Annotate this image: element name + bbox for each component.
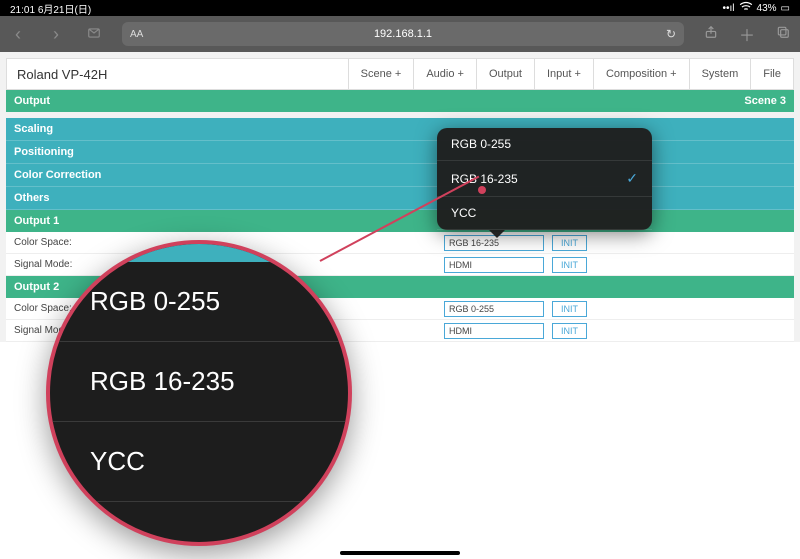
signal-icon: ••ıl <box>723 3 735 14</box>
check-icon: ✓ <box>626 170 638 187</box>
tab-output[interactable]: Output <box>476 59 534 89</box>
mag-item: YCC <box>50 422 348 502</box>
output1-header[interactable]: Output 1 <box>6 210 794 232</box>
browser-toolbar: ‹ › AA 192.168.1.1 ↻ ＋ <box>0 16 800 52</box>
battery-icon: ▭ <box>781 3 790 14</box>
mag-item: RGB 0-255 <box>50 262 348 342</box>
mag-item: RGB 16-235 <box>50 342 348 422</box>
output2-signalmode-select[interactable]: HDMI <box>444 323 544 339</box>
output1-signalmode-select[interactable]: HDMI <box>444 257 544 273</box>
popover-option-ycc[interactable]: YCC <box>437 197 652 230</box>
new-tab-button[interactable]: ＋ <box>738 22 756 46</box>
init-button[interactable]: INIT <box>552 235 587 251</box>
cat-color-correction[interactable]: Color Correction <box>6 164 794 187</box>
tabs-button[interactable] <box>774 25 792 44</box>
tab-system[interactable]: System <box>689 59 751 89</box>
app-title: Roland VP-42H <box>7 67 348 82</box>
url-text: 192.168.1.1 <box>374 28 432 40</box>
app-header: Roland VP-42H Scene + Audio + Output Inp… <box>6 58 794 90</box>
share-button[interactable] <box>702 25 720 44</box>
scene-label: Scene 3 <box>744 95 786 107</box>
init-button[interactable]: INIT <box>552 323 587 339</box>
cat-others[interactable]: Others <box>6 187 794 210</box>
popover-option-label: YCC <box>451 206 476 220</box>
address-bar[interactable]: AA 192.168.1.1 ↻ <box>122 22 684 46</box>
magnifier-anchor-dot <box>478 186 486 194</box>
status-right: ••ıl 43% ▭ <box>723 0 790 17</box>
output2-colorspace-select[interactable]: RGB 0-255 <box>444 301 544 317</box>
tab-scene[interactable]: Scene + <box>348 59 414 89</box>
tab-audio[interactable]: Audio + <box>413 59 476 89</box>
status-bar: 21:01 6月21日(日) ••ıl 43% ▭ <box>0 0 800 16</box>
wifi-icon <box>739 0 753 17</box>
init-button[interactable]: INIT <box>552 257 587 273</box>
cat-scaling[interactable]: Scaling <box>6 118 794 141</box>
tab-input[interactable]: Input + <box>534 59 593 89</box>
popover-option-rgb0255[interactable]: RGB 0-255 <box>437 128 652 161</box>
forward-button[interactable]: › <box>46 24 66 45</box>
tab-file[interactable]: File <box>750 59 793 89</box>
init-button[interactable]: INIT <box>552 301 587 317</box>
section-header: Output Scene 3 <box>6 90 794 112</box>
popover-arrow <box>489 230 505 238</box>
home-indicator[interactable] <box>340 551 460 555</box>
status-left: 21:01 6月21日(日) <box>10 1 91 16</box>
magnifier-lens: RGB 0-255 RGB 16-235 YCC <box>46 240 352 546</box>
battery-pct: 43% <box>757 3 777 14</box>
cat-positioning[interactable]: Positioning <box>6 141 794 164</box>
back-button[interactable]: ‹ <box>8 24 28 45</box>
bookmarks-button[interactable] <box>84 24 104 45</box>
text-size-button[interactable]: AA <box>130 29 143 40</box>
reload-button[interactable]: ↻ <box>666 27 676 41</box>
tab-composition[interactable]: Composition + <box>593 59 689 89</box>
section-title: Output <box>14 95 50 107</box>
popover-option-label: RGB 0-255 <box>451 137 511 151</box>
